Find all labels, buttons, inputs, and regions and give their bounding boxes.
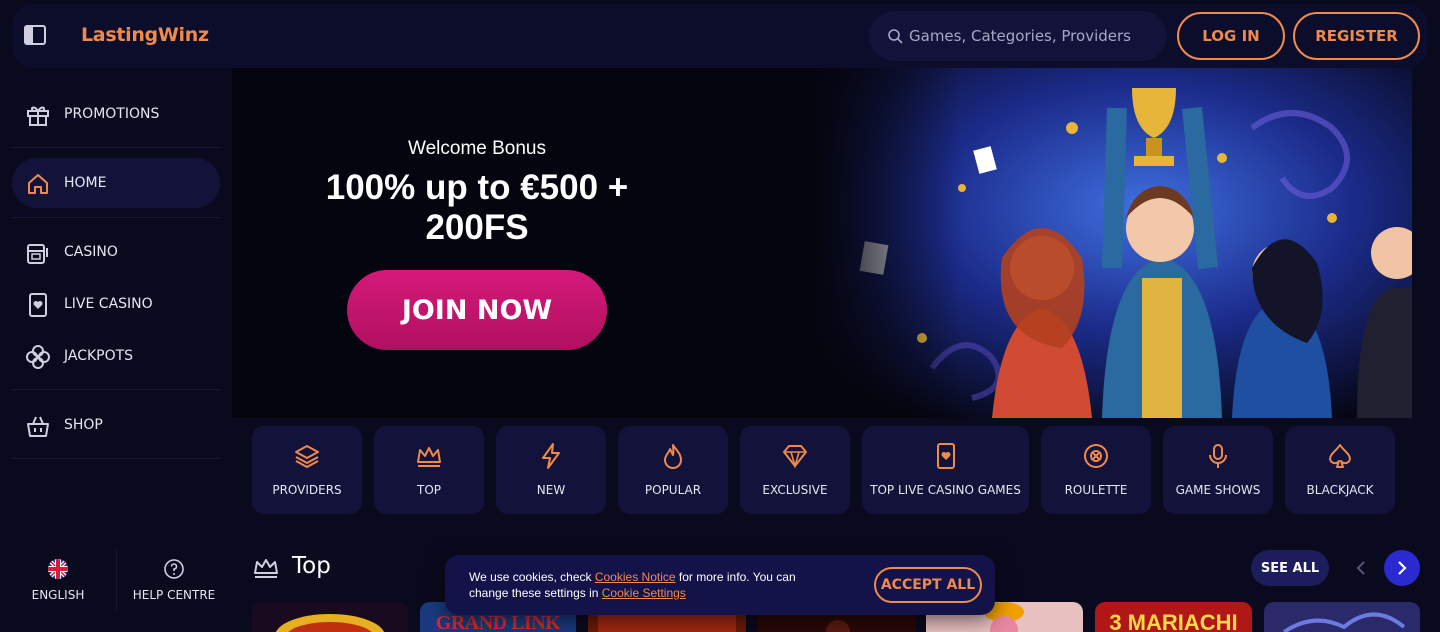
- crown-icon: [417, 447, 441, 467]
- game-tile-art: [1282, 612, 1406, 632]
- crown-icon: [254, 559, 278, 578]
- card-icon: [936, 443, 955, 469]
- category-popular[interactable]: POPULAR: [618, 426, 728, 514]
- search-icon: [888, 29, 903, 44]
- cookies-notice-link[interactable]: Cookies Notice: [595, 570, 676, 584]
- see-all-button[interactable]: SEE ALL: [1251, 550, 1329, 586]
- sidebar-item-label: PROMOTIONS: [64, 106, 160, 122]
- sidebar-item-casino[interactable]: CASINO: [12, 227, 220, 277]
- category-label: TOP: [416, 483, 441, 497]
- language-selector[interactable]: ENGLISH: [0, 550, 116, 610]
- search-input[interactable]: [909, 11, 1159, 61]
- game-tile-art: [275, 614, 385, 632]
- game-tile[interactable]: [252, 602, 408, 632]
- cookie-text: We use cookies, check Cookies Notice for…: [469, 570, 796, 600]
- basket-icon: [27, 416, 49, 437]
- category-label: BLACKJACK: [1306, 483, 1374, 497]
- card-icon: [29, 293, 47, 317]
- category-label: PROVIDERS: [272, 483, 342, 497]
- game-tile[interactable]: [1264, 602, 1420, 632]
- carousel-next-button[interactable]: [1384, 550, 1420, 586]
- category-label: TOP LIVE CASINO GAMES: [870, 483, 1021, 497]
- sidebar-divider: [12, 389, 220, 390]
- category-label: ROULETTE: [1064, 483, 1128, 497]
- hero-title: 100% up to €500 + 200FS: [325, 168, 629, 247]
- category-exclusive[interactable]: EXCLUSIVE: [740, 426, 850, 514]
- cookie-settings-link[interactable]: Cookie Settings: [602, 586, 686, 600]
- register-button[interactable]: REGISTER: [1293, 12, 1420, 60]
- join-now-button[interactable]: JOIN NOW: [347, 270, 607, 350]
- category-label: EXCLUSIVE: [762, 483, 828, 497]
- microphone-icon: [1209, 444, 1227, 468]
- category-label: GAME SHOWS: [1175, 483, 1261, 497]
- section-title-top: Top: [292, 553, 331, 579]
- hero-subtitle: Welcome Bonus: [408, 138, 546, 159]
- sidebar-item-label: SHOP: [64, 417, 103, 433]
- sidebar-item-label: JACKPOTS: [64, 348, 134, 364]
- sidebar-toggle-icon[interactable]: [23, 23, 47, 47]
- sidebar-item-home[interactable]: HOME: [12, 158, 220, 208]
- hero-banner[interactable]: Welcome Bonus 100% up to €500 + 200FS JO…: [232, 68, 1412, 418]
- accept-all-button[interactable]: ACCEPT ALL: [874, 567, 982, 603]
- category-blackjack[interactable]: BLACKJACK: [1285, 426, 1395, 514]
- diamond-icon: [783, 445, 807, 469]
- roulette-icon: [1084, 444, 1108, 468]
- sidebar-item-live-casino[interactable]: LIVE CASINO: [12, 279, 220, 329]
- game-tile-title: GRAND LINK: [435, 612, 561, 632]
- celebration-illustration: [812, 68, 1412, 418]
- help-centre-label: HELP CENTRE: [132, 588, 216, 602]
- sidebar-item-label: HOME: [64, 175, 107, 191]
- login-button[interactable]: LOG IN: [1177, 12, 1285, 60]
- chevron-left-icon[interactable]: [1348, 555, 1374, 581]
- flame-icon: [664, 444, 682, 469]
- home-icon: [28, 174, 48, 194]
- cookie-banner: We use cookies, check Cookies Notice for…: [445, 555, 995, 615]
- lightning-icon: [542, 443, 560, 469]
- layers-icon: [295, 445, 319, 469]
- sidebar-divider: [12, 147, 220, 148]
- category-label: POPULAR: [644, 483, 702, 497]
- chevron-right-icon: [1398, 561, 1407, 575]
- category-new[interactable]: NEW: [496, 426, 606, 514]
- category-roulette[interactable]: ROULETTE: [1041, 426, 1151, 514]
- sidebar-item-label: CASINO: [64, 244, 118, 260]
- clover-icon: [26, 345, 50, 369]
- slot-machine-icon: [27, 244, 48, 264]
- gift-icon: [27, 106, 49, 126]
- help-icon: [164, 559, 184, 579]
- uk-flag-icon: [48, 559, 68, 579]
- sidebar-item-shop[interactable]: SHOP: [12, 400, 220, 450]
- sidebar-divider: [12, 217, 220, 218]
- category-top[interactable]: TOP: [374, 426, 484, 514]
- help-centre-link[interactable]: HELP CENTRE: [116, 550, 232, 610]
- site-logo[interactable]: LastingWinz: [81, 24, 209, 46]
- sidebar-divider: [12, 458, 220, 459]
- category-game-shows[interactable]: GAME SHOWS: [1163, 426, 1273, 514]
- game-tile[interactable]: 3 MARIACHI: [1095, 602, 1252, 632]
- category-top-live-casino-games[interactable]: TOP LIVE CASINO GAMES: [862, 426, 1029, 514]
- spade-icon: [1329, 444, 1351, 468]
- sidebar-item-jackpots[interactable]: JACKPOTS: [12, 331, 220, 381]
- sidebar-item-promotions[interactable]: PROMOTIONS: [12, 89, 220, 139]
- search-box[interactable]: [869, 11, 1167, 61]
- category-label: NEW: [536, 483, 566, 497]
- sidebar-item-label: LIVE CASINO: [64, 296, 153, 312]
- category-providers[interactable]: PROVIDERS: [252, 426, 362, 514]
- game-tile-title: 3 MARIACHI: [1109, 610, 1238, 632]
- language-label: ENGLISH: [31, 588, 85, 602]
